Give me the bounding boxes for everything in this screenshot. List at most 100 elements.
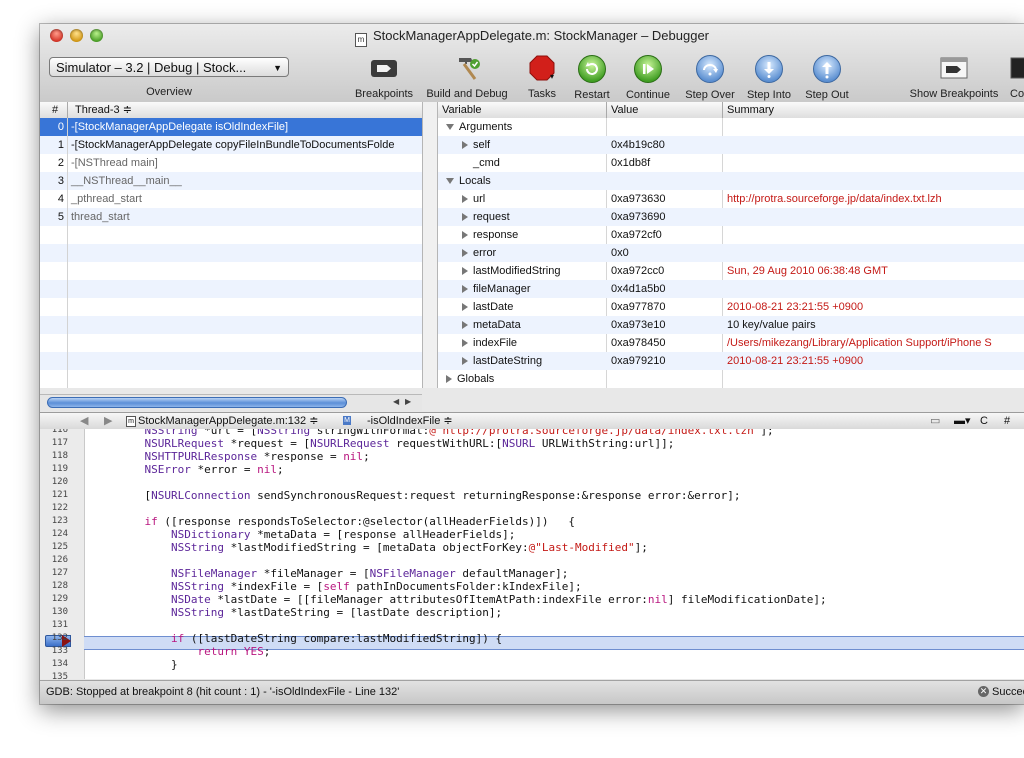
variable-value[interactable]: 0xa973630 xyxy=(611,190,665,208)
disclosure-triangle-icon[interactable] xyxy=(462,141,468,150)
source-editor[interactable]: 116 NSString *url = [NSString stringWith… xyxy=(40,429,1024,679)
console-button[interactable]: Co xyxy=(1010,54,1024,100)
code-line[interactable]: NSURLRequest *request = [NSURLRequest re… xyxy=(118,437,675,450)
variable-summary: Sun, 29 Aug 2010 06:38:48 GMT xyxy=(727,265,888,277)
variable-value[interactable]: 0x4b19c80 xyxy=(611,136,665,154)
disclosure-triangle-icon[interactable] xyxy=(446,124,454,131)
step-out-button[interactable]: Step Out xyxy=(800,54,854,101)
pane-splitter[interactable] xyxy=(422,102,438,388)
scroll-left-icon[interactable]: ◀ xyxy=(393,397,399,406)
variable-row[interactable]: lastDate 0xa977870 2010-08-21 23:21:55 +09… xyxy=(438,298,1024,316)
empty-row xyxy=(40,280,422,298)
stack-frame-row[interactable]: 3 __NSThread__main__ xyxy=(40,172,422,190)
variable-row[interactable]: metaData 0xa973e10 10 key/value pairs xyxy=(438,316,1024,334)
variable-group-row[interactable]: Globals xyxy=(438,370,1024,388)
variable-value[interactable]: 0xa973e10 xyxy=(611,316,665,334)
variable-value[interactable]: 0xa978450 xyxy=(611,334,665,352)
disclosure-triangle-icon[interactable] xyxy=(462,195,468,204)
disclosure-triangle-icon[interactable] xyxy=(462,357,468,366)
code-line[interactable]: return YES; xyxy=(118,645,270,658)
variable-group-row[interactable]: Locals xyxy=(438,172,1024,190)
disclosure-triangle-icon[interactable] xyxy=(462,231,468,240)
variable-value[interactable]: 0xa977870 xyxy=(611,298,665,316)
variable-row[interactable]: fileManager 0x4d1a5b0 xyxy=(438,280,1024,298)
disclosure-triangle-icon[interactable] xyxy=(462,303,468,312)
code-line[interactable]: NSHTTPURLResponse *response = nil; xyxy=(118,450,370,463)
step-into-button[interactable]: Step Into xyxy=(742,54,796,101)
variable-value[interactable]: 0xa973690 xyxy=(611,208,665,226)
method-popup[interactable]: -isOldIndexFile ≑ xyxy=(367,413,453,429)
empty-row xyxy=(40,262,422,280)
empty-row xyxy=(40,370,422,388)
includes-popup[interactable]: ▬▾ xyxy=(954,413,971,429)
counterpart-popup[interactable]: C xyxy=(980,413,988,429)
disclosure-triangle-icon[interactable] xyxy=(462,249,468,258)
variable-row[interactable]: indexFile 0xa978450/Users/mikezang/Librar… xyxy=(438,334,1024,352)
stack-frame-row[interactable]: 5 thread_start xyxy=(40,208,422,226)
disclosure-triangle-icon[interactable] xyxy=(446,375,452,384)
variable-summary: http://protra.sourceforge.jp/data/index.… xyxy=(727,193,942,205)
code-line[interactable]: if ([lastDateString compare:lastModified… xyxy=(118,632,502,645)
variable-row[interactable]: response 0xa972cf0 xyxy=(438,226,1024,244)
scrollbar-thumb[interactable] xyxy=(47,397,347,408)
step-over-button[interactable]: Step Over xyxy=(682,54,738,101)
thread-selector-header[interactable]: Thread-3 ≑ xyxy=(75,102,132,118)
tasks-button[interactable]: ▾ Tasks xyxy=(518,54,566,100)
forward-arrow-icon[interactable]: ▶ xyxy=(104,413,112,429)
restart-icon xyxy=(578,55,606,83)
step-over-icon xyxy=(696,55,724,83)
variable-row[interactable]: error 0x0 xyxy=(438,244,1024,262)
variable-value[interactable]: 0xa979210 xyxy=(611,352,665,370)
scroll-right-icon[interactable]: ▶ xyxy=(405,397,411,406)
bookmarks-popup[interactable]: ▭ xyxy=(930,413,940,429)
disclosure-triangle-icon[interactable] xyxy=(446,178,454,185)
stack-frame-row[interactable]: 2 -[NSThread main] xyxy=(40,154,422,172)
show-breakpoints-button[interactable]: Show Breakpoints xyxy=(904,54,1004,100)
variable-value[interactable]: 0x1db8f xyxy=(611,154,650,172)
stack-frame-row[interactable]: 1 -[StockManagerAppDelegate copyFileInBun… xyxy=(40,136,422,154)
variable-value[interactable]: 0x4d1a5b0 xyxy=(611,280,665,298)
variable-value[interactable]: 0xa972cc0 xyxy=(611,262,664,280)
code-line[interactable]: NSDictionary *metaData = [response allHe… xyxy=(118,528,515,541)
disclosure-triangle-icon[interactable] xyxy=(462,321,468,330)
variable-row[interactable]: lastModifiedString 0xa972cc0 Sun, 29 Aug 2… xyxy=(438,262,1024,280)
value-column-header[interactable]: Value xyxy=(611,102,638,118)
disclosure-triangle-icon[interactable] xyxy=(462,213,468,222)
code-line[interactable]: NSString *url = [NSString stringWithForm… xyxy=(118,429,774,437)
summary-column-header[interactable]: Summary xyxy=(727,102,774,118)
file-popup[interactable]: StockManagerAppDelegate.m:132 ≑ xyxy=(138,413,318,429)
stack-frame-row[interactable]: 4 _pthread_start xyxy=(40,190,422,208)
variable-value[interactable]: 0x0 xyxy=(611,244,629,262)
build-and-debug-button[interactable]: Build and Debug xyxy=(421,54,513,100)
breakpoints-button[interactable]: Breakpoints xyxy=(344,54,424,100)
continue-button[interactable]: Continue xyxy=(620,54,676,101)
variable-row[interactable]: url 0xa973630 http://protra.sourceforge.jp… xyxy=(438,190,1024,208)
scheme-popup[interactable]: Simulator – 3.2 | Debug | Stock... ▼ xyxy=(49,57,289,77)
disclosure-triangle-icon[interactable] xyxy=(462,267,468,276)
back-arrow-icon[interactable]: ◀ xyxy=(80,413,88,429)
variable-row[interactable]: request 0xa973690 xyxy=(438,208,1024,226)
variable-column-header[interactable]: Variable xyxy=(442,102,482,118)
disclosure-triangle-icon[interactable] xyxy=(462,339,468,348)
variable-row[interactable]: self 0x4b19c80 xyxy=(438,136,1024,154)
restart-button[interactable]: Restart xyxy=(570,54,614,101)
code-line[interactable]: NSFileManager *fileManager = [NSFileMana… xyxy=(118,567,568,580)
disclosure-triangle-icon[interactable] xyxy=(462,285,468,294)
code-line[interactable]: } xyxy=(118,658,178,671)
variable-row[interactable]: _cmd 0x1db8f xyxy=(438,154,1024,172)
code-line[interactable]: NSString *lastModifiedString = [metaData… xyxy=(118,541,648,554)
stack-frame-row[interactable]: 0 -[StockManagerAppDelegate isOldIndexFil… xyxy=(40,118,422,136)
code-line[interactable]: NSString *indexFile = [self pathInDocume… xyxy=(118,580,582,593)
code-line[interactable]: NSString *lastDateString = [lastDate des… xyxy=(118,606,502,619)
pragma-popup[interactable]: # xyxy=(1004,413,1010,429)
variable-value[interactable]: 0xa972cf0 xyxy=(611,226,662,244)
variable-row[interactable]: lastDateString 0xa979210 2010-08-21 23:21:… xyxy=(438,352,1024,370)
code-line[interactable]: NSDate *lastDate = [[fileManager attribu… xyxy=(118,593,827,606)
code-line[interactable]: if ([response respondsToSelector:@select… xyxy=(118,515,575,528)
variable-group-row[interactable]: Arguments xyxy=(438,118,1024,136)
step-out-label: Step Out xyxy=(805,89,849,101)
code-line[interactable]: NSError *error = nil; xyxy=(118,463,284,476)
code-line[interactable]: [NSURLConnection sendSynchronousRequest:… xyxy=(118,489,740,502)
frame-number-column-header[interactable]: # xyxy=(52,102,58,118)
horizontal-scrollbar[interactable]: ◀ ▶ xyxy=(40,394,422,411)
